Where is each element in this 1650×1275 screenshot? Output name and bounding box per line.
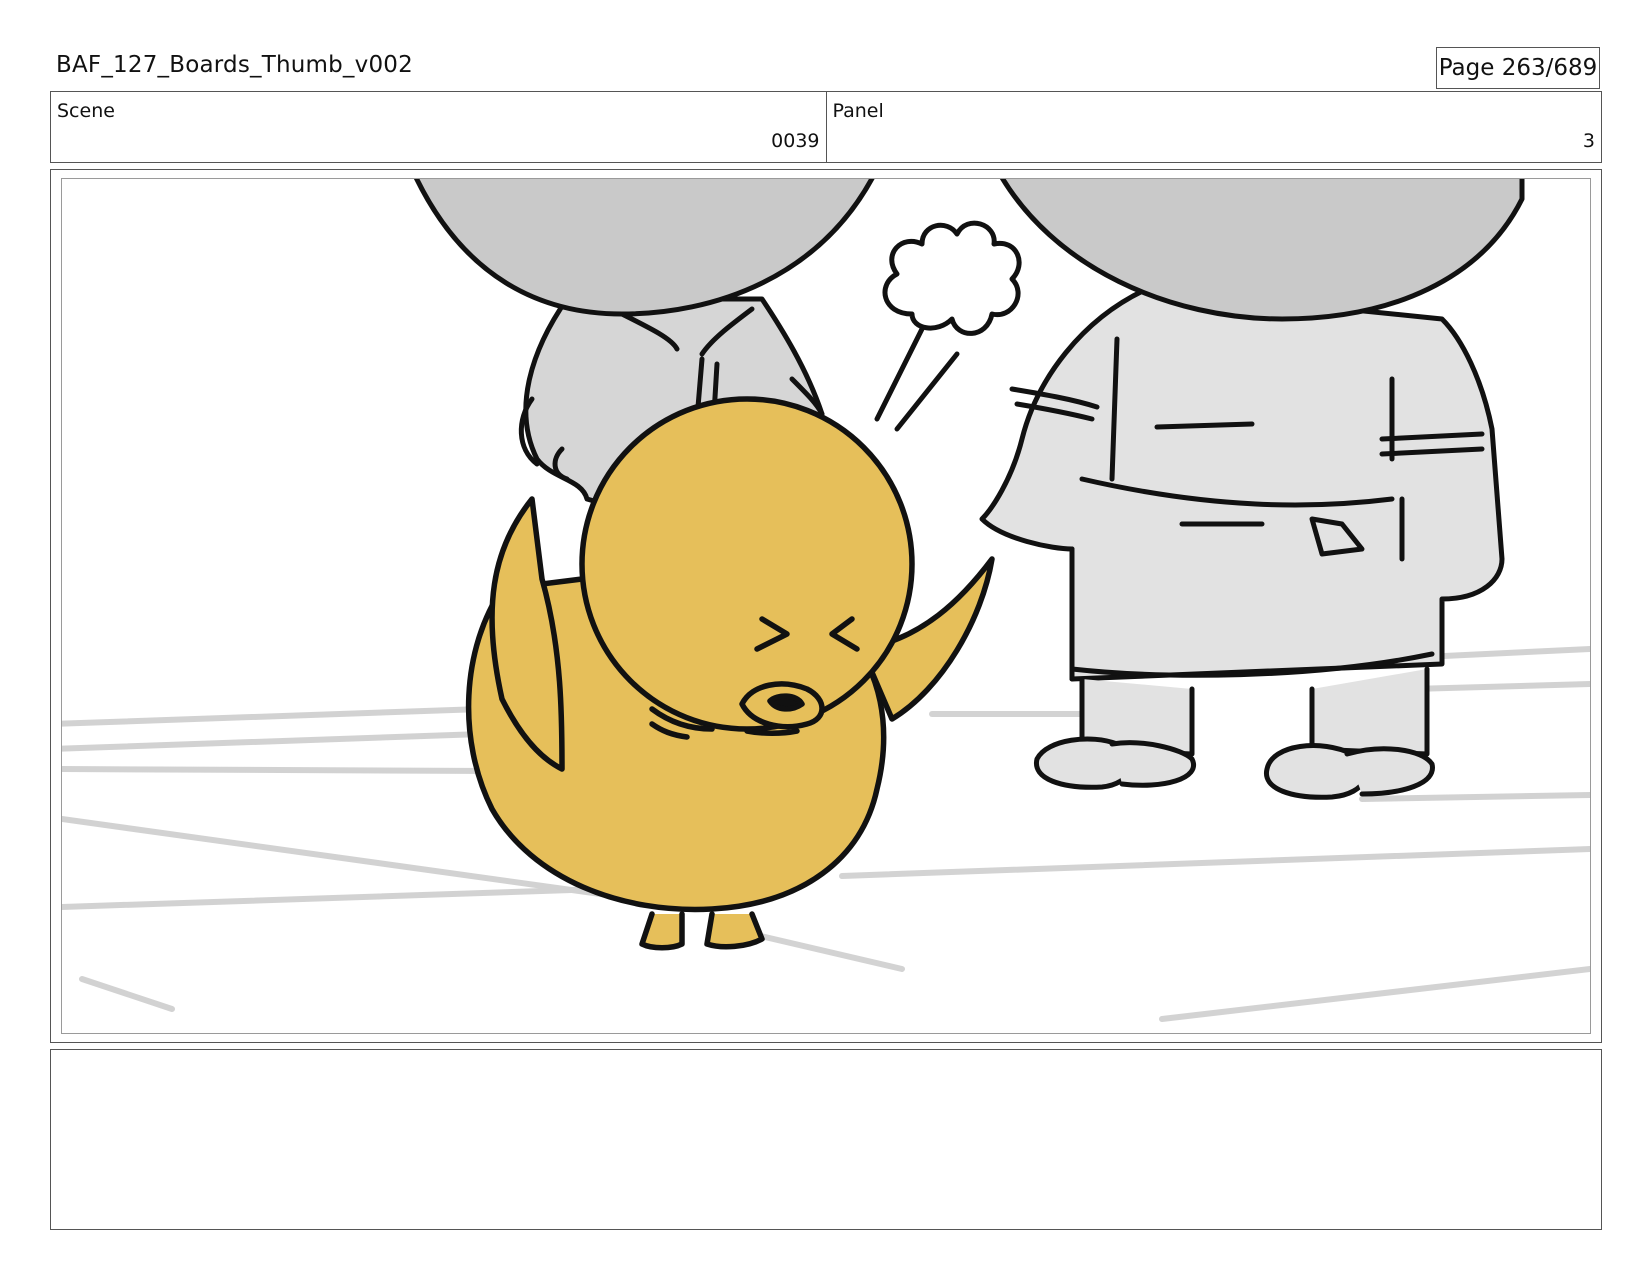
storyboard-drawing — [61, 178, 1591, 1034]
grey-figure-right — [979, 179, 1525, 800]
panel-number: 3 — [1582, 130, 1595, 152]
yellow-duck — [465, 396, 995, 951]
scene-label: Scene — [57, 100, 115, 122]
steam-puff — [874, 220, 1022, 432]
panel-label: Panel — [832, 100, 884, 122]
storyboard-panel-frame — [50, 169, 1602, 1043]
scene-cell: Scene 0039 — [51, 92, 826, 162]
document-title: BAF_127_Boards_Thumb_v002 — [56, 52, 413, 78]
scene-panel-info-row: Scene 0039 Panel 3 — [50, 91, 1602, 163]
scene-number: 0039 — [771, 130, 820, 152]
notes-box — [50, 1049, 1602, 1230]
page-counter: Page 263/689 — [1436, 47, 1600, 89]
panel-cell: Panel 3 — [825, 92, 1602, 162]
